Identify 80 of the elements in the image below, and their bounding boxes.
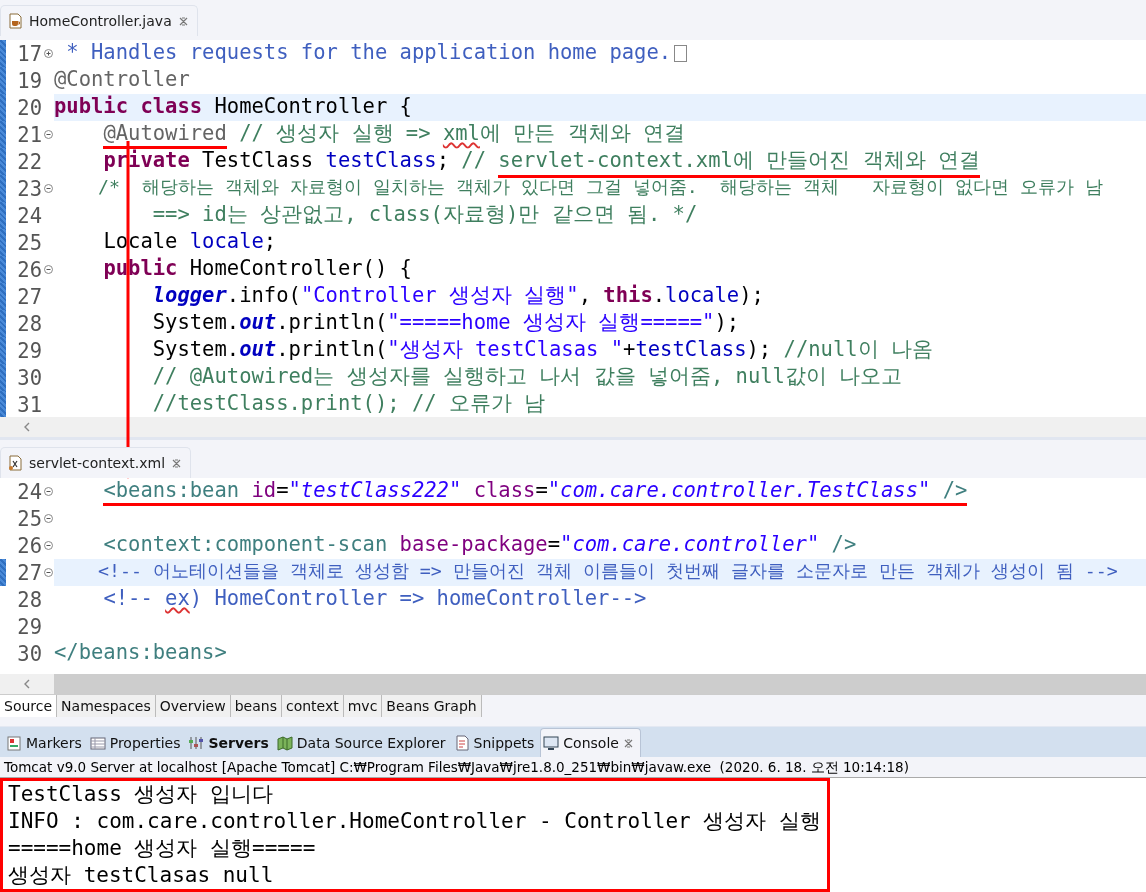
code-text: // @Autowired는 생성자를 실행하고 나서 값을 넣어줌, null값이 나오고 [152, 362, 903, 390]
editor-page-tab[interactable]: Overview [155, 695, 231, 718]
code-text: System.out.println("=====home 생성자 실행====="); [152, 308, 740, 336]
console-line: =====home 생성자 실행===== [8, 835, 317, 862]
console-line: 생성자 testClasas null [8, 862, 275, 889]
code-text: <!-- ex) HomeController => homeController--> [103, 585, 647, 612]
code-text: <context:component-scan base-package="com.care.controller" /> [103, 531, 857, 558]
view-tab[interactable]: Console [540, 728, 641, 757]
java-file-icon [7, 13, 23, 29]
code-text: @Controller [54, 66, 190, 93]
code-text: // 생성자 실행 => xml에 만든 객체와 연결 [238, 119, 685, 147]
sliders-icon [188, 735, 205, 751]
close-icon[interactable] [177, 15, 189, 27]
close-icon[interactable] [171, 457, 183, 469]
line-number: 25 [16, 506, 42, 531]
console-line: TestClass 생성자 입니다 [8, 781, 275, 808]
process-label: Tomcat v9.0 Server at localhost [Apache Tomcat] C:₩Program Files₩Java₩jre1.8.0_251₩bin₩javaw.exe (2020. 6. 18. 오전 10:14:18) [0, 757, 1146, 778]
expand-icon[interactable] [43, 49, 53, 58]
view-tab[interactable]: Properties [87, 729, 187, 757]
collapse-icon[interactable] [43, 130, 53, 139]
view-tab[interactable]: Snippets [451, 729, 541, 757]
code-text: logger.info("Controller 생성자 실행", this.locale); [152, 281, 764, 309]
line-number: 28 [16, 587, 42, 612]
code-text: </beans:beans> [54, 639, 227, 666]
editor-page-tab[interactable]: Source [0, 695, 58, 718]
code-text: System.out.println("생성자 testClasas "+testClass); //null이 나옴 [152, 335, 933, 363]
editor-page-tab[interactable]: beans [230, 695, 282, 718]
line-number: 28 [16, 311, 42, 336]
line-number: 20 [16, 95, 42, 120]
line-number: 23 [16, 176, 42, 201]
view-tab[interactable]: Data Source Explorer [274, 729, 452, 757]
collapse-icon[interactable] [43, 184, 53, 193]
code-text: * Handles requests for the application home page. [66, 40, 672, 66]
xml-file-icon [7, 455, 23, 472]
code-text: <beans:bean id="testClass222" class="com.care.controller.TestClass" /> [103, 478, 968, 506]
monitor-icon [543, 735, 560, 751]
line-number: 26 [16, 257, 42, 282]
editor-page-tab[interactable]: context [281, 695, 344, 718]
line-number: 27 [16, 284, 42, 309]
snippet-page-icon [453, 735, 470, 751]
view-tab[interactable]: Markers [4, 729, 88, 757]
collapse-icon[interactable] [43, 265, 53, 274]
line-number: 26 [16, 533, 42, 558]
editor-tab[interactable]: HomeController.java [0, 5, 198, 36]
line-number: 27 [16, 560, 42, 585]
line-number: 17 [16, 41, 42, 66]
line-number: 30 [16, 641, 42, 666]
close-icon[interactable] [622, 737, 634, 749]
line-number: 21 [16, 122, 42, 147]
collapse-icon[interactable] [43, 487, 53, 497]
editor-page-tab[interactable]: Namespaces [57, 695, 156, 718]
properties-table-icon [89, 735, 106, 751]
line-number: 31 [16, 392, 42, 417]
editor-page-tab[interactable]: Beans Graph [382, 695, 482, 718]
line-number: 29 [16, 614, 42, 639]
code-text: //testClass.print(); // 오류가 남 [152, 389, 546, 417]
code-text: ==> id는 상관없고, class(자료형)만 같으면 됨. */ [152, 200, 698, 228]
scroll-left-icon[interactable] [23, 679, 31, 690]
code-text: public class HomeController { [54, 93, 412, 120]
code-text: servlet-context.xml에 만들어진 객체와 연결 [498, 145, 980, 178]
collapse-icon[interactable] [43, 514, 53, 524]
line-number: 19 [16, 68, 42, 93]
code-text: /* 해당하는 객체와 자료형이 일치하는 객체가 있다면 그걸 넣어줌. 해당하는 객체 자료형이 없다면 오류가 남 [97, 175, 1103, 199]
markers-icon [6, 735, 22, 751]
code-text: @Autowired [103, 120, 227, 149]
editor-page-tab[interactable]: mvc [343, 695, 383, 718]
code-text: <!-- 어노테이션들을 객체로 생성함 => 만들어진 객체 이름들이 첫번째 글자를 소문자로 만든 객체가 생성이 됨 --> [97, 559, 1118, 584]
line-number: 22 [16, 149, 42, 174]
line-number: 24 [16, 203, 42, 228]
scroll-left-icon[interactable] [23, 422, 31, 433]
view-tab[interactable]: Servers [186, 729, 275, 757]
line-number: 25 [16, 230, 42, 255]
editor-tab[interactable]: servlet-context.xml [0, 447, 192, 479]
line-number: 30 [16, 365, 42, 390]
collapse-icon[interactable] [43, 541, 53, 551]
line-number: 24 [16, 479, 42, 504]
console-line: INFO : com.care.controller.HomeController - Controller 생성자 실행 [8, 808, 821, 835]
map-icon [276, 735, 293, 751]
collapse-icon[interactable] [43, 568, 53, 578]
line-number: 29 [16, 338, 42, 363]
